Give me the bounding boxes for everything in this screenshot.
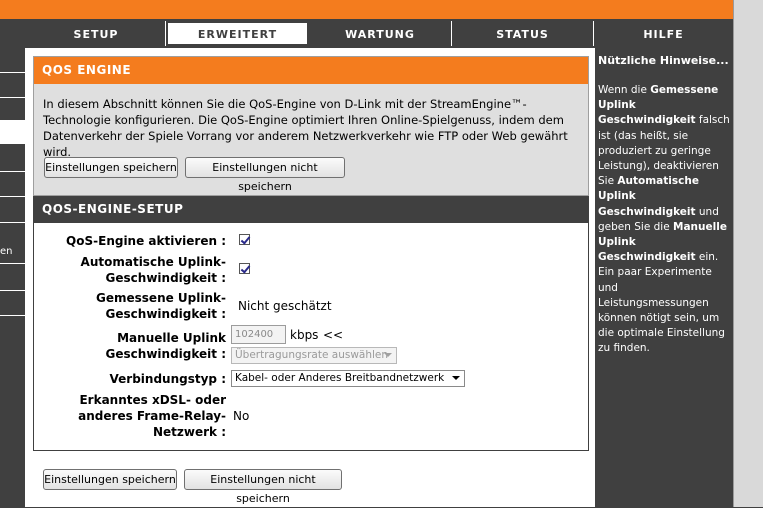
nav-item-1[interactable] <box>0 48 25 73</box>
top-tab-bar: SETUP ERWEITERT WARTUNG STATUS HILFE <box>0 19 733 48</box>
transfer-rate-select[interactable]: Übertragungsrate auswählen <box>231 347 397 364</box>
qos-engine-setup-section: QOS-ENGINE-SETUP QoS-Engine aktivieren :… <box>33 196 589 451</box>
hints-text-part: ein. Ein paar Experimente und Leistungsm… <box>598 251 725 355</box>
manual-uplink-unit: kbps <box>290 328 319 342</box>
main-content: QOS ENGINE In diesem Abschnitt können Si… <box>25 48 595 507</box>
left-navigation: en <box>0 48 25 507</box>
manual-uplink-label-line1: Manuelle Uplink <box>117 331 226 345</box>
manual-uplink-input[interactable]: 102400 <box>231 325 286 344</box>
dont-save-settings-button-bottom[interactable]: Einstellungen nicht speichern <box>184 469 342 505</box>
tab-hilfe[interactable]: HILFE <box>594 21 733 46</box>
connection-type-select[interactable]: Kabel- oder Anderes Breitbandnetzwerk <box>231 370 465 387</box>
measured-uplink-label: Gemessene Uplink- Geschwindigkeit : <box>44 290 226 322</box>
qos-engine-section: QOS ENGINE In diesem Abschnitt können Si… <box>33 56 589 196</box>
measured-uplink-label-line1: Gemessene Uplink- <box>96 291 226 305</box>
right-edge-panel <box>733 0 763 507</box>
xdsl-label-line3: Netzwerk : <box>152 425 226 439</box>
manual-uplink-arrow: << <box>323 328 344 342</box>
nav-item-5[interactable] <box>0 172 25 197</box>
header-banner <box>0 0 733 19</box>
auto-uplink-label-line2: Geschwindigkeit : <box>105 271 226 285</box>
measured-uplink-label-line2: Geschwindigkeit : <box>105 307 226 321</box>
tab-setup[interactable]: SETUP <box>27 21 166 46</box>
nav-item-active[interactable] <box>0 120 25 144</box>
xdsl-value: No <box>233 409 250 423</box>
measured-uplink-value: Nicht geschätzt <box>238 299 332 313</box>
qos-engine-title: QOS ENGINE <box>34 57 588 84</box>
nav-item-9[interactable] <box>0 291 25 316</box>
manual-uplink-label-line2: Geschwindigkeit : <box>105 347 226 361</box>
dont-save-settings-button-top[interactable]: Einstellungen nicht speichern <box>185 157 345 193</box>
save-settings-button-bottom[interactable]: Einstellungen speichern <box>43 469 177 490</box>
xdsl-label-line1: Erkanntes xDSL- oder <box>79 393 226 407</box>
nav-item-2[interactable] <box>0 73 25 98</box>
connection-type-value: Kabel- oder Anderes Breitbandnetzwerk <box>235 372 445 384</box>
xdsl-label-line2: anderes Frame-Relay- <box>78 409 226 423</box>
nav-item-6[interactable] <box>0 198 25 223</box>
transfer-rate-placeholder: Übertragungsrate auswählen <box>235 349 389 361</box>
tab-status[interactable]: STATUS <box>452 21 594 46</box>
qos-engine-description: In diesem Abschnitt können Sie die QoS-E… <box>43 97 568 159</box>
helpful-hints-panel: Nützliche Hinweise... Wenn die Gemessene… <box>595 48 733 507</box>
tab-erweitert[interactable]: ERWEITERT <box>166 21 309 46</box>
nav-item-8[interactable] <box>0 266 25 291</box>
qos-enable-label: QoS-Engine aktivieren : <box>66 234 226 248</box>
manual-uplink-label: Manuelle Uplink Geschwindigkeit : <box>44 330 226 362</box>
hints-text-part: Wenn die <box>598 84 651 96</box>
tab-wartung[interactable]: WARTUNG <box>309 21 452 46</box>
qos-enable-checkbox[interactable] <box>239 234 250 245</box>
hints-title: Nützliche Hinweise... <box>598 54 729 67</box>
nav-item-4[interactable] <box>0 147 25 172</box>
nav-item-partial-label: en <box>0 246 13 257</box>
chevron-down-icon <box>452 376 460 380</box>
auto-uplink-label-line1: Automatische Uplink- <box>80 255 226 269</box>
xdsl-label: Erkanntes xDSL- oder anderes Frame-Relay… <box>44 392 226 440</box>
auto-uplink-checkbox[interactable] <box>239 263 250 274</box>
nav-item-7[interactable]: en <box>0 224 25 264</box>
connection-type-label: Verbindungstyp : <box>109 372 226 386</box>
hints-text: Wenn die Gemessene Uplink Geschwindigkei… <box>598 83 732 357</box>
chevron-down-icon <box>384 353 392 357</box>
auto-uplink-label: Automatische Uplink- Geschwindigkeit : <box>44 254 226 286</box>
qos-setup-title: QOS-ENGINE-SETUP <box>34 197 588 223</box>
save-settings-button-top[interactable]: Einstellungen speichern <box>44 157 178 178</box>
